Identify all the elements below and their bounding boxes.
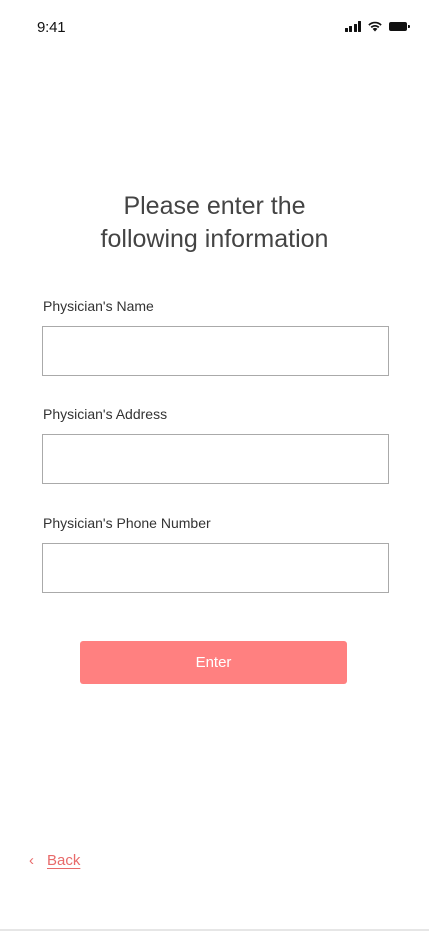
physician-address-label: Physician's Address [43, 406, 168, 422]
physician-address-input[interactable] [42, 434, 389, 484]
back-link[interactable]: ‹ Back [29, 852, 80, 869]
physician-phone-input[interactable] [42, 543, 389, 593]
page-title: Please enter the following information [0, 190, 429, 256]
status-time: 9:41 [37, 19, 66, 36]
back-label[interactable]: Back [47, 852, 80, 869]
enter-button[interactable]: Enter [80, 641, 347, 684]
status-icons [344, 20, 410, 32]
physician-phone-label: Physician's Phone Number [43, 515, 211, 531]
wifi-icon [368, 21, 382, 32]
status-bar: 9:41 [0, 0, 429, 50]
chevron-left-icon: ‹ [29, 852, 34, 869]
physician-name-input[interactable] [42, 326, 389, 376]
physician-name-label: Physician's Name [43, 298, 154, 314]
page-title-line-1: Please enter the [123, 192, 306, 220]
cellular-signal-icon [344, 20, 361, 32]
battery-icon [389, 21, 410, 31]
page-title-line-2: following information [100, 225, 329, 253]
